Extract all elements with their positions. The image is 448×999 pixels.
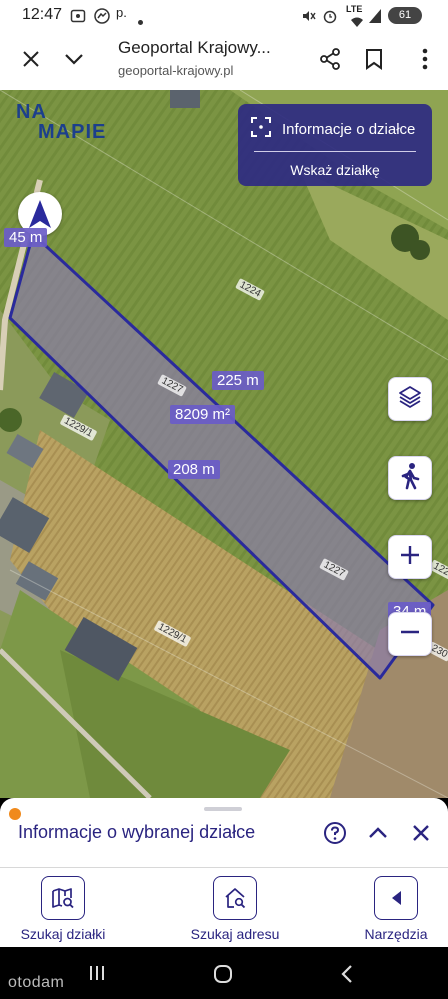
tools-button[interactable]: Narzędzia: [336, 876, 448, 942]
area-label: 8209 m²: [170, 405, 236, 424]
parcel-info-sheet: Informacje o wybranej działce: [0, 798, 448, 868]
zoom-in-icon: [399, 544, 421, 571]
back-icon[interactable]: [340, 964, 354, 989]
parcel-info-button[interactable]: Informacje o działce: [250, 116, 415, 142]
sheet-title: Informacje o wybranej działce: [18, 822, 256, 842]
layers-icon: [397, 384, 423, 415]
dot-icon: [138, 12, 143, 29]
length-label-top: 225 m: [212, 371, 264, 390]
tools-label: Narzędzia: [364, 926, 428, 942]
page-title: Geoportal Krajowy...: [118, 38, 271, 57]
parcel-info-panel: Informacje o działce Wskaż działkę: [238, 104, 432, 186]
search-parcel-label: Szukaj działki: [20, 926, 106, 942]
android-nav-bar: otodam: [0, 947, 448, 999]
alarm-icon: [322, 8, 338, 28]
notification-dot: [9, 808, 21, 820]
close-sheet-icon[interactable]: [408, 820, 434, 846]
p-notification-icon: p.: [116, 5, 127, 20]
more-icon[interactable]: [410, 44, 440, 74]
otodam-watermark: otodam: [8, 974, 65, 991]
bookmark-icon[interactable]: [359, 44, 389, 74]
home-icon[interactable]: [213, 964, 233, 989]
search-parcel-button[interactable]: Szukaj działki: [3, 876, 123, 942]
battery-icon: 61: [388, 7, 422, 24]
na-mapie-logo: NA MAPIE: [16, 101, 107, 143]
street-view-button[interactable]: [388, 456, 432, 500]
page-url[interactable]: geoportal-krajowy.pl: [118, 63, 233, 78]
status-time: 12:47: [22, 6, 63, 23]
signal-icon: [368, 8, 382, 28]
zoom-out-icon: [399, 621, 421, 648]
bottom-toolbar: Szukaj działki Szukaj adresu Narzędzia: [0, 868, 448, 947]
browser-header: Geoportal Krajowy... geoportal-krajowy.p…: [0, 32, 448, 90]
wifi-icon: [350, 14, 364, 31]
zoom-in-button[interactable]: [388, 535, 432, 579]
indicate-parcel-button[interactable]: Wskaż działkę: [238, 162, 432, 178]
sheet-drag-handle[interactable]: [204, 807, 242, 811]
chevron-up-icon[interactable]: [365, 820, 391, 846]
length-label-bottom: 208 m: [168, 460, 220, 479]
layers-button[interactable]: [388, 377, 432, 421]
aerial-imagery: [0, 90, 448, 798]
status-bar: 12:47 p. LTE 61: [0, 0, 448, 32]
tools-icon: [374, 876, 418, 920]
width-label-top: 45 m: [4, 228, 48, 247]
zoom-out-button[interactable]: [388, 612, 432, 656]
select-area-icon: [250, 116, 272, 142]
close-icon[interactable]: [16, 44, 46, 74]
help-icon[interactable]: [322, 820, 348, 846]
mute-icon: [300, 8, 316, 28]
home-search-icon: [213, 876, 257, 920]
screenshot-icon: [70, 8, 86, 28]
map-view[interactable]: NA MAPIE Informacje o działce Wskaż dział…: [0, 90, 448, 798]
recents-icon[interactable]: [88, 964, 106, 987]
chevron-down-icon[interactable]: [59, 44, 89, 74]
share-icon[interactable]: [315, 44, 345, 74]
search-address-label: Szukaj adresu: [190, 926, 280, 942]
street-view-icon: [398, 462, 422, 495]
search-address-button[interactable]: Szukaj adresu: [175, 876, 295, 942]
parcel-info-label: Informacje o działce: [282, 120, 416, 138]
network-type: LTE: [346, 4, 363, 14]
panel-divider: [254, 151, 416, 152]
map-search-icon: [41, 876, 85, 920]
messenger-icon: [94, 8, 110, 28]
